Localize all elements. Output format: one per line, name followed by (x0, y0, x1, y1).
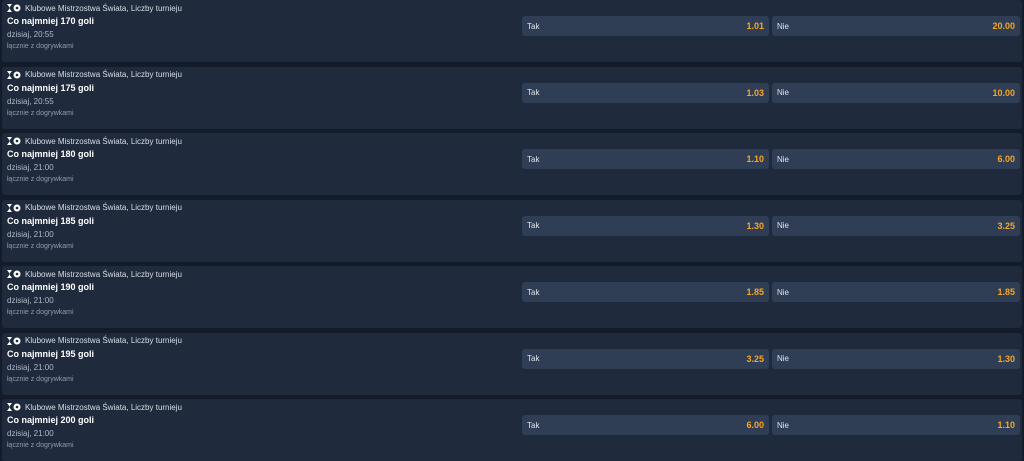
odds-button-no[interactable]: Nie 1.30 (772, 348, 1020, 369)
competition-header: Klubowe Mistrzostwa Świata, Liczby turni… (7, 134, 182, 148)
event-time: dzisiaj, 21:00 (7, 163, 54, 172)
odds-value: 1.30 (997, 353, 1015, 364)
odds-value: 1.30 (746, 220, 764, 231)
market-title: Co najmniej 180 goli (7, 149, 95, 159)
odds-label: Nie (777, 21, 790, 31)
market-row[interactable]: Klubowe Mistrzostwa Świata, Liczby turni… (2, 0, 1022, 62)
odds-label: Tak (527, 354, 540, 363)
market-title: Co najmniej 190 goli (7, 282, 95, 292)
odds-value: 3.25 (746, 353, 764, 364)
soccer-ball-icon (7, 336, 21, 345)
odds-button-yes[interactable]: Tak 1.10 (522, 149, 769, 169)
odds-button-no[interactable]: Nie 1.10 (772, 415, 1020, 435)
market-note: łącznie z dogrywkami (7, 176, 74, 183)
odds-button-yes[interactable]: Tak 1.01 (522, 16, 769, 36)
market-row[interactable]: Klubowe Mistrzostwa Świata, Liczby turni… (2, 266, 1022, 328)
event-time: dzisiaj, 20:55 (7, 30, 54, 39)
event-time: dzisiaj, 21:00 (7, 296, 54, 305)
event-time: dzisiaj, 21:00 (7, 229, 54, 239)
odds-label: Nie (777, 154, 790, 164)
competition-header: Klubowe Mistrzostwa Świata, Liczby turni… (7, 334, 182, 348)
odds-label: Nie (777, 221, 790, 230)
market-note: łącznie z dogrywkami (7, 442, 74, 449)
event-time: dzisiaj, 21:00 (7, 362, 54, 372)
market-title: Co najmniej 200 goli (7, 415, 95, 425)
market-title: Co najmniej 195 goli (7, 348, 95, 359)
soccer-ball-icon (7, 203, 21, 212)
odds-value: 6.00 (997, 154, 1015, 164)
event-time: dzisiaj, 21:00 (7, 429, 54, 438)
odds-label: Tak (527, 21, 540, 31)
competition-name: Klubowe Mistrzostwa Świata, Liczby turni… (25, 136, 182, 146)
market-title: Co najmniej 185 goli (7, 215, 95, 226)
odds-value: 1.10 (746, 154, 764, 164)
odds-value: 1.03 (746, 87, 764, 98)
odds-label: Tak (527, 287, 540, 297)
odds-label: Tak (527, 420, 540, 430)
odds-button-no[interactable]: Nie 20.00 (772, 16, 1020, 36)
odds-value: 10.00 (992, 87, 1015, 98)
market-title: Co najmniej 175 goli (7, 82, 95, 93)
market-note: łącznie z dogrywkami (7, 309, 74, 316)
soccer-ball-icon (7, 70, 21, 79)
odds-button-yes[interactable]: Tak 1.30 (522, 215, 769, 236)
odds-button-no[interactable]: Nie 3.25 (772, 215, 1020, 236)
odds-value: 6.00 (746, 420, 764, 430)
odds-label: Tak (527, 221, 540, 230)
odds-button-no[interactable]: Nie 1.85 (772, 282, 1020, 302)
competition-name: Klubowe Mistrzostwa Świata, Liczby turni… (25, 269, 182, 279)
market-note: łącznie z dogrywkami (7, 43, 74, 50)
market-row[interactable]: Klubowe Mistrzostwa Świata, Liczby turni… (2, 66, 1022, 129)
odds-button-no[interactable]: Nie 6.00 (772, 149, 1020, 169)
odds-value: 1.10 (997, 420, 1015, 430)
market-row[interactable]: Klubowe Mistrzostwa Świata, Liczby turni… (2, 332, 1022, 395)
soccer-ball-icon (7, 403, 21, 411)
competition-header: Klubowe Mistrzostwa Świata, Liczby turni… (7, 400, 182, 414)
competition-header: Klubowe Mistrzostwa Świata, Liczby turni… (7, 267, 182, 281)
competition-name: Klubowe Mistrzostwa Świata, Liczby turni… (25, 3, 182, 13)
market-note: łącznie z dogrywkami (7, 375, 74, 383)
competition-name: Klubowe Mistrzostwa Świata, Liczby turni… (25, 203, 182, 212)
odds-label: Nie (777, 88, 790, 97)
odds-button-yes[interactable]: Tak 1.03 (522, 82, 769, 103)
competition-name: Klubowe Mistrzostwa Świata, Liczby turni… (25, 70, 182, 79)
odds-label: Nie (777, 420, 790, 430)
market-title: Co najmniej 170 goli (7, 16, 95, 26)
competition-header: Klubowe Mistrzostwa Świata, Liczby turni… (7, 201, 182, 215)
soccer-ball-icon (7, 4, 21, 12)
odds-value: 20.00 (992, 21, 1015, 31)
odds-button-yes[interactable]: Tak 1.85 (522, 282, 769, 302)
competition-header: Klubowe Mistrzostwa Świata, Liczby turni… (7, 68, 182, 82)
competition-name: Klubowe Mistrzostwa Świata, Liczby turni… (25, 402, 182, 412)
odds-label: Nie (777, 287, 790, 297)
market-row[interactable]: Klubowe Mistrzostwa Świata, Liczby turni… (2, 399, 1022, 461)
odds-value: 1.85 (997, 287, 1015, 297)
market-list: Klubowe Mistrzostwa Świata, Liczby turni… (0, 0, 1024, 461)
market-note: łącznie z dogrywkami (7, 109, 74, 117)
odds-value: 1.01 (746, 21, 764, 31)
market-row[interactable]: Klubowe Mistrzostwa Świata, Liczby turni… (2, 133, 1022, 195)
odds-label: Tak (527, 88, 540, 97)
soccer-ball-icon (7, 270, 21, 278)
event-time: dzisiaj, 20:55 (7, 96, 54, 106)
odds-value: 3.25 (997, 220, 1015, 231)
competition-name: Klubowe Mistrzostwa Świata, Liczby turni… (25, 336, 182, 345)
odds-button-yes[interactable]: Tak 6.00 (522, 415, 769, 435)
odds-button-yes[interactable]: Tak 3.25 (522, 348, 769, 369)
market-note: łącznie z dogrywkami (7, 242, 74, 250)
competition-header: Klubowe Mistrzostwa Świata, Liczby turni… (7, 1, 182, 15)
soccer-ball-icon (7, 137, 21, 145)
odds-value: 1.85 (746, 287, 764, 297)
odds-label: Tak (527, 154, 540, 164)
odds-button-no[interactable]: Nie 10.00 (772, 82, 1020, 103)
odds-label: Nie (777, 354, 790, 363)
market-row[interactable]: Klubowe Mistrzostwa Świata, Liczby turni… (2, 199, 1022, 262)
